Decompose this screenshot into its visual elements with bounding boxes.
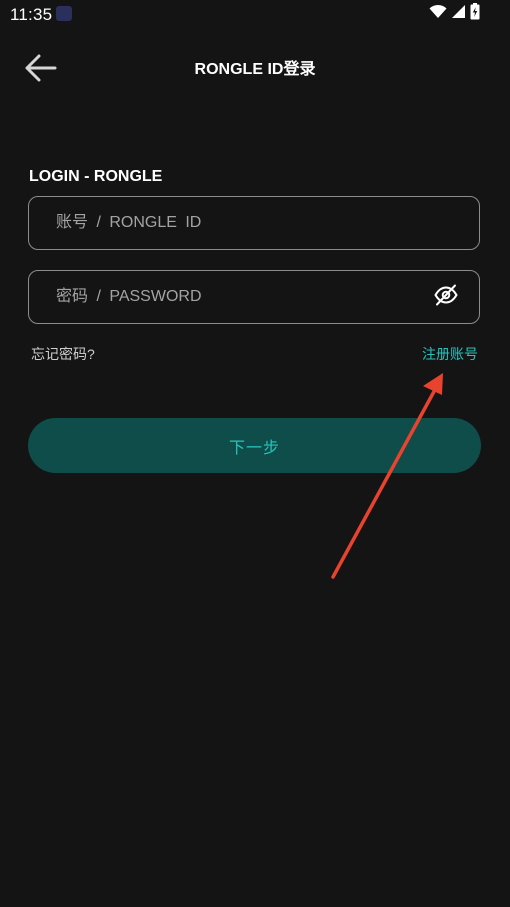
signal-icon xyxy=(451,4,466,24)
status-bar: 11:35 xyxy=(0,0,510,30)
app-bar: RONGLE ID登录 xyxy=(0,40,510,100)
forgot-password-link[interactable]: 忘记密码? xyxy=(31,344,95,364)
username-input[interactable] xyxy=(56,197,426,249)
arrow-left-icon xyxy=(23,53,57,88)
next-button[interactable]: 下一步 xyxy=(28,418,481,473)
app-notification-icon xyxy=(56,6,72,21)
status-icons xyxy=(429,3,480,25)
eye-off-icon xyxy=(434,284,458,311)
wifi-icon xyxy=(429,4,447,24)
register-link[interactable]: 注册账号 xyxy=(422,344,478,364)
form-section-label: LOGIN - RONGLE xyxy=(29,168,163,185)
status-time: 11:35 xyxy=(10,5,53,24)
back-button[interactable] xyxy=(20,52,60,88)
password-input[interactable] xyxy=(56,271,426,323)
password-visibility-toggle[interactable] xyxy=(433,284,459,311)
username-field-container xyxy=(28,196,480,250)
password-field-container xyxy=(28,270,480,324)
battery-icon xyxy=(470,3,480,25)
page-title: RONGLE ID登录 xyxy=(194,61,316,78)
